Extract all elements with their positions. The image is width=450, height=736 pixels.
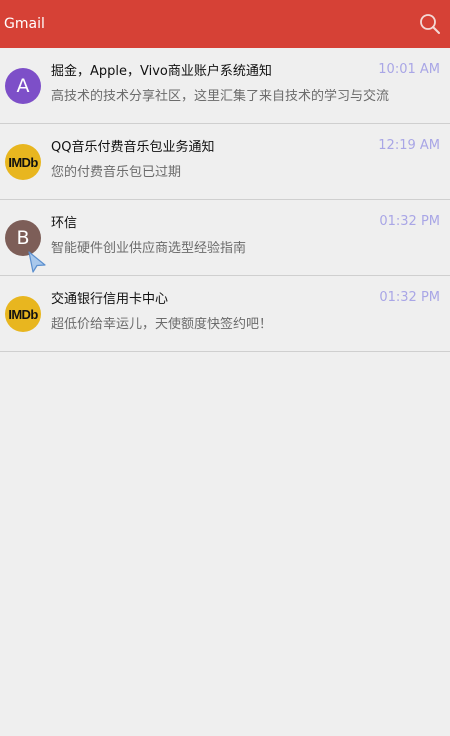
- email-snippet: 您的付费音乐包已过期: [51, 165, 182, 180]
- email-snippet: 高技术的技术分享社区，这里汇集了来自技术的学习与交流: [51, 89, 390, 104]
- email-list: A 掘金，Apple，Vivo商业账户系统通知 高技术的技术分享社区，这里汇集了…: [0, 48, 450, 352]
- app-title: Gmail: [4, 16, 45, 32]
- imdb-logo-text: IMDb: [8, 306, 38, 322]
- imdb-logo-icon: IMDb: [5, 296, 41, 332]
- email-snippet: 智能硬件创业供应商选型经验指南: [51, 241, 247, 256]
- email-time: 01:32 PM: [379, 290, 440, 305]
- imdb-logo-text: IMDb: [8, 154, 38, 170]
- email-row[interactable]: A 掘金，Apple，Vivo商业账户系统通知 高技术的技术分享社区，这里汇集了…: [0, 48, 450, 124]
- imdb-logo-icon: IMDb: [5, 144, 41, 180]
- mouse-cursor-icon: [28, 251, 46, 273]
- email-sender: QQ音乐付费音乐包业务通知: [51, 140, 215, 155]
- search-icon: [420, 14, 440, 34]
- avatar: A: [5, 68, 41, 104]
- email-time: 12:19 AM: [378, 138, 440, 153]
- email-snippet: 超低价给幸运儿，天使额度快签约吧！: [51, 317, 273, 332]
- email-row[interactable]: B 环信 智能硬件创业供应商选型经验指南 01:32 PM: [0, 200, 450, 276]
- email-sender: 掘金，Apple，Vivo商业账户系统通知: [51, 64, 272, 79]
- email-sender: 环信: [51, 216, 78, 231]
- email-sender: 交通银行信用卡中心: [51, 292, 169, 307]
- email-time: 10:01 AM: [378, 62, 440, 77]
- search-button[interactable]: [418, 12, 442, 36]
- email-row[interactable]: IMDb QQ音乐付费音乐包业务通知 您的付费音乐包已过期 12:19 AM: [0, 124, 450, 200]
- avatar-letter: A: [16, 74, 30, 97]
- app-bar: Gmail: [0, 0, 450, 48]
- email-row[interactable]: IMDb 交通银行信用卡中心 超低价给幸运儿，天使额度快签约吧！ 01:32 P…: [0, 276, 450, 352]
- avatar-letter: B: [16, 226, 30, 249]
- email-time: 01:32 PM: [379, 214, 440, 229]
